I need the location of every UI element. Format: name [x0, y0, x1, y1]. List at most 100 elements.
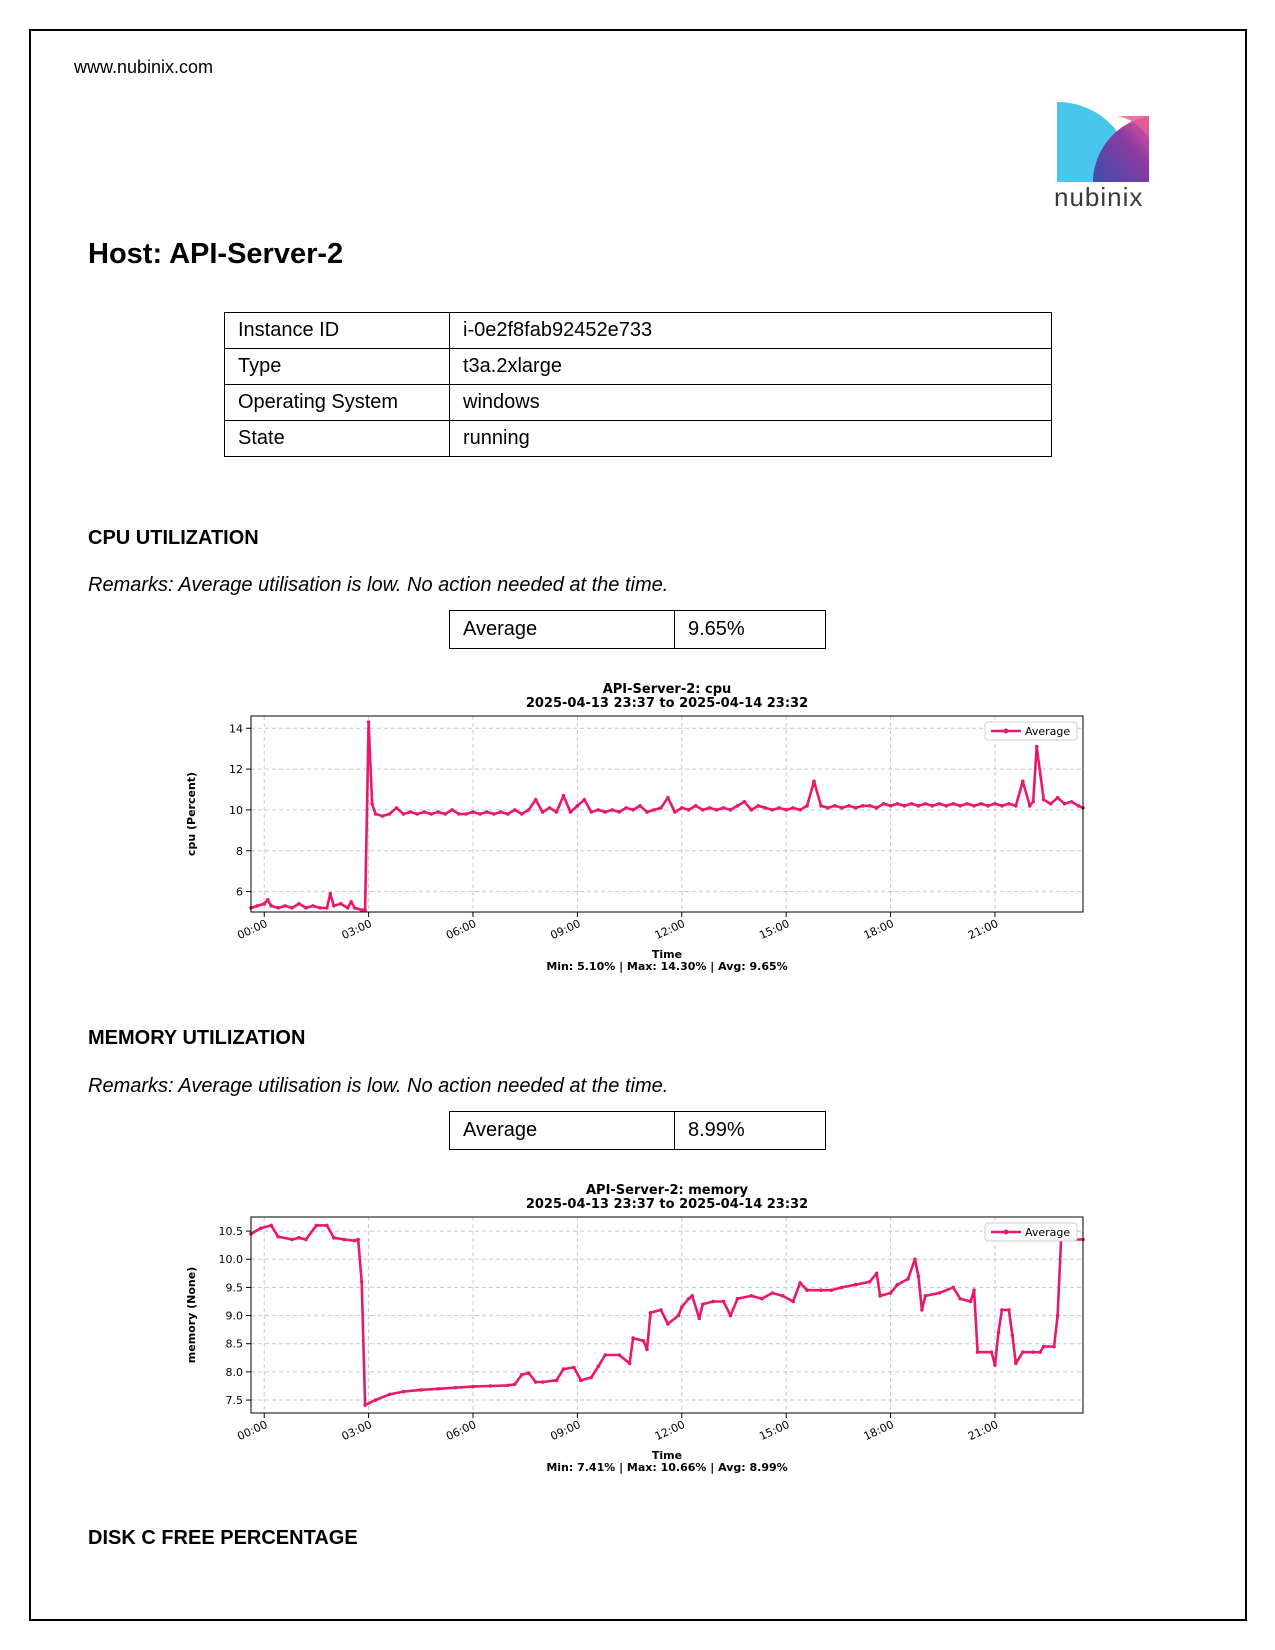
- data-point: [512, 808, 517, 812]
- data-point: [519, 1372, 524, 1377]
- data-point: [829, 1288, 834, 1293]
- data-point: [258, 1226, 263, 1231]
- data-point: [1010, 1333, 1015, 1338]
- data-point: [349, 899, 354, 904]
- data-point: [345, 906, 350, 910]
- data-point: [728, 1313, 733, 1318]
- data-point: [930, 804, 935, 808]
- data-point: [283, 904, 287, 908]
- data-point: [1007, 1308, 1011, 1312]
- data-point: [951, 801, 956, 806]
- data-point: [679, 1305, 684, 1309]
- legend-marker: [1003, 1229, 1009, 1235]
- data-point: [711, 1299, 715, 1304]
- data-point: [666, 795, 670, 800]
- plot-frame: [250, 1216, 1084, 1414]
- data-point: [526, 1371, 531, 1375]
- data-point: [638, 804, 642, 808]
- data-point: [554, 1378, 559, 1383]
- data-point: [540, 810, 545, 814]
- data-point: [387, 1392, 392, 1397]
- data-point: [627, 1361, 632, 1366]
- data-point: [888, 804, 893, 808]
- data-point: [457, 812, 461, 816]
- legend-label: Average: [1025, 1226, 1070, 1239]
- data-point: [1055, 1313, 1060, 1318]
- data-point: [519, 812, 524, 816]
- data-point: [304, 1237, 308, 1242]
- data-point: [874, 1271, 879, 1276]
- data-point: [805, 804, 809, 808]
- data-point: [763, 806, 768, 810]
- table-value: running: [449, 420, 1052, 457]
- data-point: [986, 804, 990, 808]
- memory-heading: MEMORY UTILIZATION: [88, 1027, 306, 1049]
- data-point: [902, 804, 907, 808]
- data-point: [791, 806, 795, 810]
- data-point: [979, 801, 983, 806]
- data-point: [819, 804, 823, 808]
- data-point: [332, 1236, 336, 1240]
- data-point: [290, 1237, 294, 1242]
- data-point: [290, 906, 294, 910]
- data-point: [693, 804, 698, 808]
- memory-average-table: Average 8.99%: [449, 1111, 826, 1150]
- y-tick-label: 7.5: [226, 1394, 244, 1407]
- average-label: Average: [449, 1111, 675, 1150]
- data-point: [255, 904, 260, 908]
- table-row: Operating System windows: [224, 384, 1052, 421]
- data-point: [610, 808, 614, 812]
- data-point: [492, 812, 496, 816]
- data-point: [847, 804, 851, 808]
- data-point: [540, 1380, 545, 1384]
- data-point: [325, 906, 329, 910]
- data-point: [276, 906, 280, 910]
- data-point: [728, 808, 733, 812]
- data-point: [798, 1281, 802, 1285]
- data-point: [328, 891, 333, 896]
- data-point: [453, 1385, 458, 1390]
- data-point: [429, 812, 434, 816]
- data-point: [1048, 801, 1053, 806]
- data-point: [853, 806, 858, 810]
- site-url: www.nubinix.com: [74, 57, 214, 77]
- y-axis-label: cpu (Percent): [185, 772, 198, 856]
- data-point: [387, 812, 392, 816]
- data-point: [436, 1386, 441, 1391]
- data-point: [700, 808, 705, 812]
- y-tick-label: 8.5: [226, 1338, 244, 1351]
- data-point: [679, 806, 684, 810]
- data-point: [1021, 779, 1025, 784]
- data-point: [297, 902, 301, 906]
- data-point: [798, 808, 802, 812]
- data-point: [968, 1299, 973, 1304]
- data-point: [401, 1389, 406, 1394]
- table-row: Average 9.65%: [449, 610, 826, 649]
- data-point: [784, 808, 788, 812]
- table-row: Type t3a.2xlarge: [224, 348, 1052, 385]
- data-point: [603, 1353, 608, 1357]
- data-point: [666, 1322, 670, 1326]
- legend-marker: [1003, 728, 1009, 734]
- data-point: [1021, 1350, 1025, 1354]
- data-point: [686, 808, 691, 812]
- data-point: [923, 1294, 928, 1298]
- y-tick-label: 9.0: [226, 1310, 244, 1323]
- y-tick-label: 9.5: [226, 1281, 244, 1294]
- x-tick-label: 15:00: [757, 917, 791, 942]
- data-point: [777, 806, 782, 810]
- average-value: 9.65%: [674, 610, 826, 649]
- y-tick-label: 12: [229, 763, 243, 776]
- data-point: [561, 1367, 566, 1371]
- data-point: [1038, 1350, 1042, 1354]
- data-point: [338, 902, 343, 906]
- data-point: [419, 1388, 423, 1392]
- data-point: [589, 810, 594, 814]
- table-row: State running: [224, 420, 1052, 457]
- data-point: [923, 801, 928, 806]
- data-point: [596, 808, 601, 812]
- data-point: [617, 810, 621, 814]
- data-point: [478, 812, 482, 816]
- data-point: [641, 1339, 646, 1343]
- chart-subtitle: 2025-04-13 23:37 to 2025-04-14 23:32: [526, 696, 808, 711]
